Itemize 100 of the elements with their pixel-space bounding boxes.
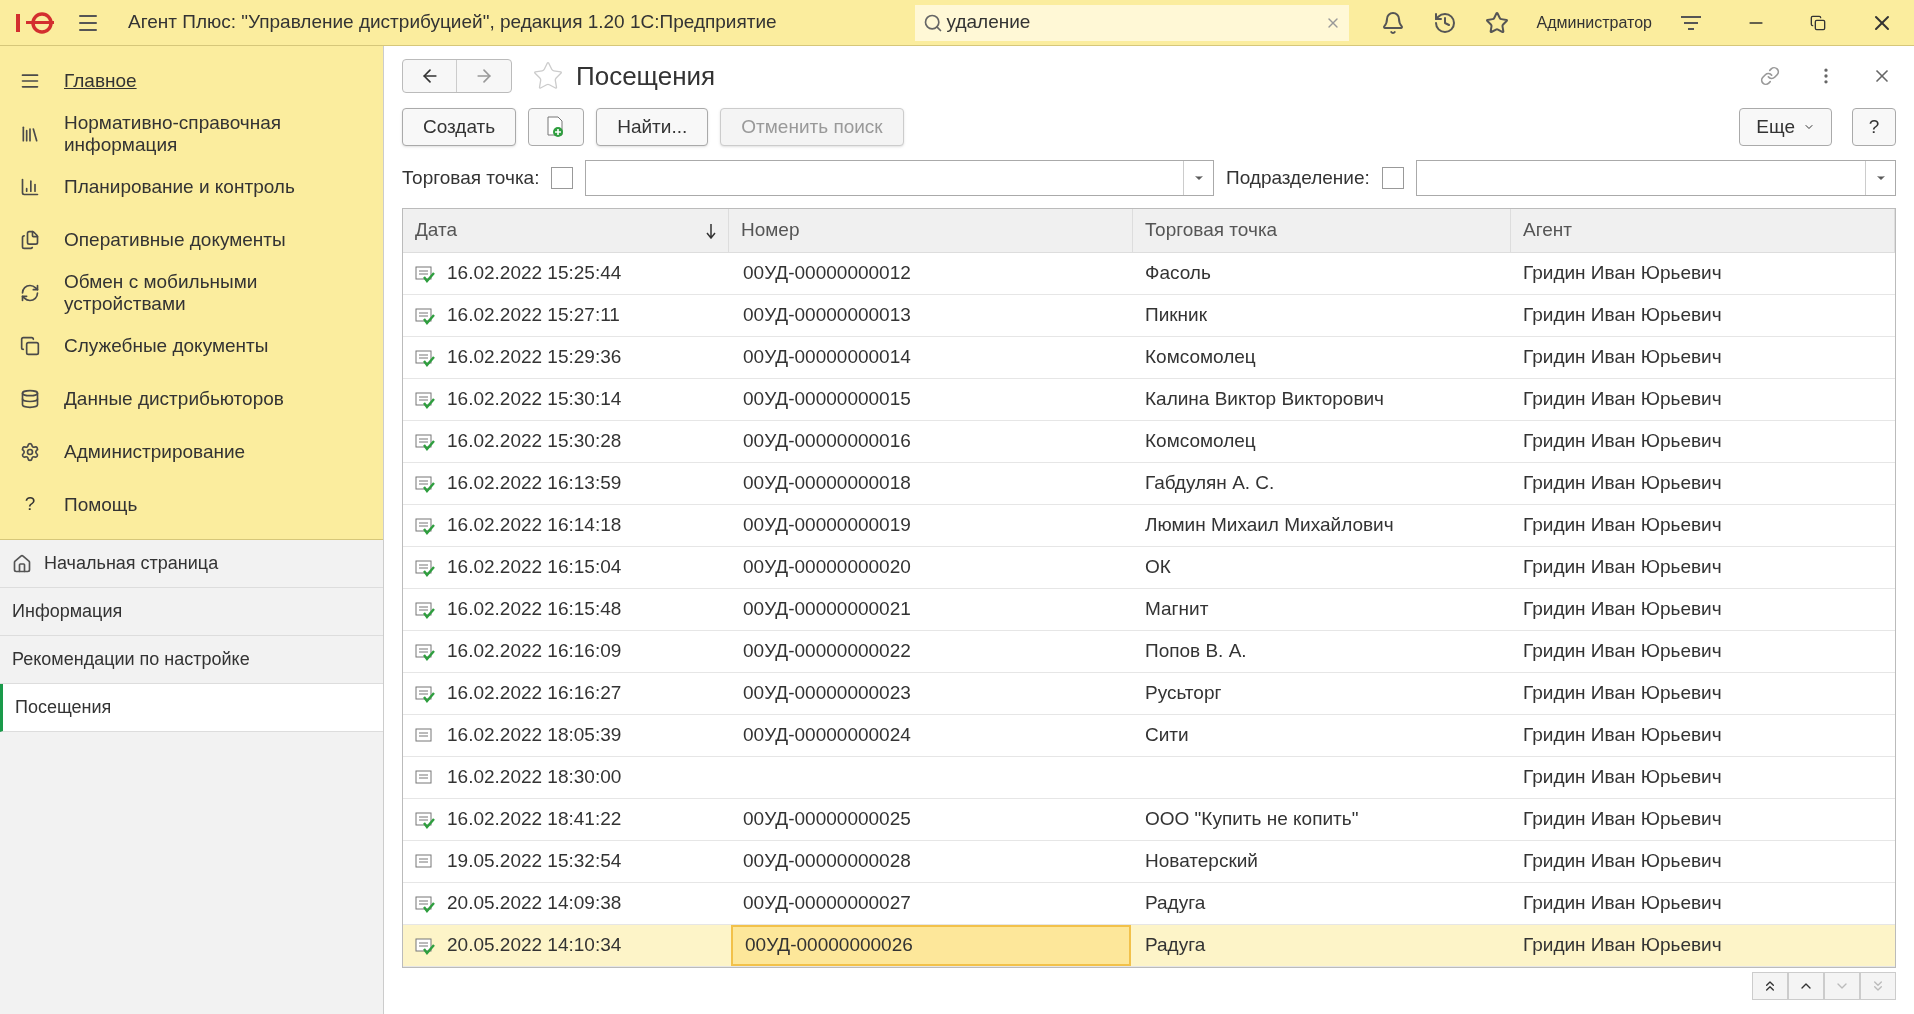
section-item[interactable]: Служебные документы xyxy=(0,319,383,372)
bar-chart-icon xyxy=(20,176,40,197)
section-item[interactable]: Оперативные документы xyxy=(0,213,383,266)
table-cell-text: Гридин Иван Юрьевич xyxy=(1523,849,1722,874)
table-cell-text: 16.02.2022 16:15:48 xyxy=(447,597,622,622)
filter-select[interactable] xyxy=(1415,160,1896,196)
table-cell-text: Гридин Иван Юрьевич xyxy=(1523,933,1722,958)
table-cell-text: 00УД-00000000027 xyxy=(742,891,912,916)
open-window-tab[interactable]: Начальная страница xyxy=(0,540,383,588)
form-title: Посещения xyxy=(576,59,716,93)
posted-document-icon xyxy=(415,894,435,913)
table-cell-text: 00УД-00000000014 xyxy=(742,345,912,370)
table-cell-text: Комсомолец xyxy=(1145,429,1256,454)
section-item[interactable]: Планирование и контроль xyxy=(0,160,383,213)
table-cell-text: Гридин Иван Юрьевич xyxy=(1523,597,1722,622)
table-cell-text: 00УД-00000000013 xyxy=(742,303,912,328)
posted-document-icon xyxy=(415,684,435,703)
restore-icon[interactable] xyxy=(1810,14,1826,31)
table-cell-text: 19.05.2022 15:32:54 xyxy=(447,849,622,874)
section-item[interactable]: Обмен с мобильными устройствами xyxy=(0,266,383,319)
scroll-button[interactable] xyxy=(1788,972,1824,1000)
table-cell-text: 16.02.2022 16:16:09 xyxy=(447,639,622,664)
open-window-tab[interactable]: Посещения xyxy=(0,684,383,732)
table-cell-text: Гридин Иван Юрьевич xyxy=(1523,387,1722,412)
posted-document-icon xyxy=(415,558,435,577)
document-icon xyxy=(415,852,435,871)
table-cell-text: 00УД-00000000018 xyxy=(742,471,912,496)
history-icon[interactable] xyxy=(1432,10,1457,35)
toolbar-button[interactable]: Найти... xyxy=(596,108,709,146)
table-cell-text: Комсомолец xyxy=(1145,345,1256,370)
table-cell: 00УД-00000000026 xyxy=(731,925,1131,966)
table-cell-text: 00УД-00000000025 xyxy=(742,807,912,832)
table-cell-text: Гридин Иван Юрьевич xyxy=(1523,513,1722,538)
table-cell-text: 00УД-00000000016 xyxy=(742,429,912,454)
table-cell-text: Калина Виктор Викторович xyxy=(1145,387,1384,412)
column-header[interactable]: Агент xyxy=(1511,209,1895,252)
sort-down-arrow-icon xyxy=(706,222,716,239)
table-cell-text: 00УД-00000000028 xyxy=(742,849,912,874)
table-cell-text: Гридин Иван Юрьевич xyxy=(1523,303,1722,328)
document-icon xyxy=(415,768,435,787)
posted-document-icon xyxy=(415,390,435,409)
posted-document-icon xyxy=(415,432,435,451)
table-cell-text: Гридин Иван Юрьевич xyxy=(1523,681,1722,706)
user-name[interactable]: Администратор xyxy=(1536,10,1652,35)
filter-label: Торговая точка: xyxy=(402,165,540,190)
filter-select[interactable] xyxy=(585,160,1214,196)
table-row[interactable]: 20.05.2022 14:10:34 00УД-00000000026 Радуга Гридин Иван Юрьевич xyxy=(403,925,1895,967)
toolbar-button[interactable]: Создать xyxy=(402,108,517,146)
table-cell-text: 00УД-00000000012 xyxy=(742,261,912,286)
search-icon xyxy=(922,12,943,33)
posted-document-icon xyxy=(415,642,435,661)
table-cell-text: 16.02.2022 15:30:14 xyxy=(447,387,622,412)
search-field[interactable]: удаление xyxy=(914,4,1349,41)
filter-checkbox[interactable] xyxy=(551,167,574,189)
section-item[interactable]: Данные дистрибьюторов xyxy=(0,372,383,425)
table-cell-text: 16.02.2022 15:27:11 xyxy=(447,303,620,328)
section-item[interactable]: Администрирование xyxy=(0,425,383,478)
table-cell-text: Габдулян А. С. xyxy=(1145,471,1275,496)
table-cell-text: Гридин Иван Юрьевич xyxy=(1523,723,1722,748)
scroll-button[interactable] xyxy=(1752,972,1788,1000)
table-cell-text: 16.02.2022 15:29:36 xyxy=(447,345,622,370)
add-copy-button[interactable] xyxy=(528,108,585,146)
column-header[interactable]: Торговая точка xyxy=(1133,209,1511,252)
posted-document-icon xyxy=(415,474,435,493)
filter-checkbox[interactable] xyxy=(1381,167,1404,189)
table-cell-text: 16.02.2022 16:14:18 xyxy=(447,513,622,538)
table-cell-text: 00УД-00000000024 xyxy=(742,723,912,748)
table-cell-text: Пикник xyxy=(1145,303,1207,328)
document-icon xyxy=(415,726,435,745)
star-icon[interactable] xyxy=(1484,10,1509,35)
column-header[interactable]: Дата xyxy=(403,209,729,252)
table-cell-text: Сити xyxy=(1145,723,1189,748)
table-cell-text: Фасоль xyxy=(1145,261,1211,286)
table-cell-text: Русьторг xyxy=(1145,681,1222,706)
section-item[interactable]: Главное xyxy=(0,54,383,107)
section-item[interactable]: ? Помощь xyxy=(0,478,383,531)
table-cell-text: Гридин Иван Юрьевич xyxy=(1523,891,1722,916)
settings-lines-icon[interactable] xyxy=(1680,14,1702,31)
posted-document-icon xyxy=(415,516,435,535)
more-button[interactable]: Еще xyxy=(1739,108,1832,146)
favorite-star-icon[interactable] xyxy=(532,60,564,92)
table-cell-text: 16.02.2022 16:16:27 xyxy=(447,681,622,706)
table-cell-text: Гридин Иван Юрьевич xyxy=(1523,639,1722,664)
table-cell-text: 16.02.2022 16:13:59 xyxy=(447,471,622,496)
bell-icon[interactable] xyxy=(1380,10,1405,35)
sync-icon xyxy=(20,282,40,303)
posted-document-icon xyxy=(415,810,435,829)
link-icon[interactable] xyxy=(1760,66,1780,86)
open-window-tab[interactable]: Информация xyxy=(0,588,383,636)
table-cell-text: 00УД-00000000015 xyxy=(742,387,912,412)
documents-icon xyxy=(20,229,40,250)
table-cell-text: 20.05.2022 14:09:38 xyxy=(447,891,622,916)
posted-document-icon xyxy=(415,936,435,955)
table-cell-text: 16.02.2022 18:05:39 xyxy=(447,723,622,748)
table-cell-text: 16.02.2022 15:30:28 xyxy=(447,429,622,454)
table-cell-text: Гридин Иван Юрьевич xyxy=(1523,555,1722,580)
section-item[interactable]: Нормативно-справочная информация xyxy=(0,107,383,160)
column-header[interactable]: Номер xyxy=(729,209,1133,252)
help-button[interactable]: ? xyxy=(1852,108,1896,146)
table-cell-text: Гридин Иван Юрьевич xyxy=(1523,765,1722,790)
